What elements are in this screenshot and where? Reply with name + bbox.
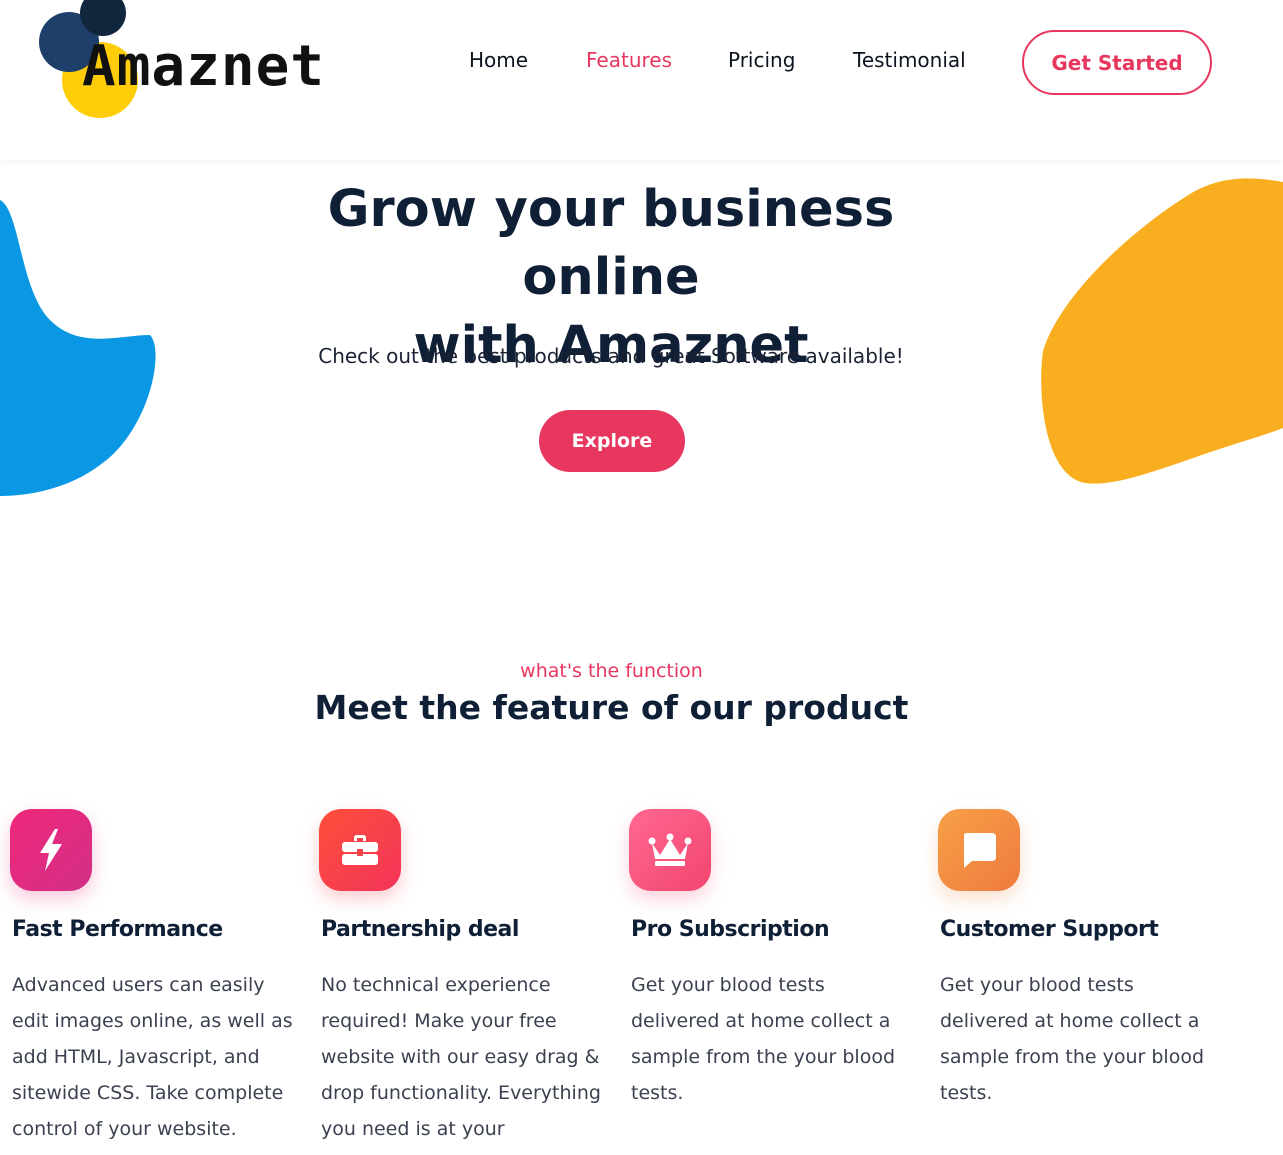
feature-title: Pro Subscription	[631, 917, 830, 942]
explore-button[interactable]: Explore	[539, 410, 685, 472]
section-title: Meet the feature of our product	[314, 688, 909, 727]
feature-title: Customer Support	[940, 917, 1159, 942]
feature-description: Get your blood tests delivered at home c…	[631, 974, 896, 1104]
yellow-blob-decoration	[1041, 178, 1283, 484]
briefcase-icon	[342, 835, 378, 865]
feature-card-fast-performance: Fast Performance Advanced users can easi…	[10, 809, 301, 1140]
feature-description: Get your blood tests delivered at home c…	[940, 974, 1205, 1104]
feature-card-pro-subscription: Pro Subscription Get your blood tests de…	[629, 809, 920, 1104]
nav-item-testimonial[interactable]: Testimonial	[853, 48, 966, 72]
lightning-icon	[40, 829, 62, 871]
logo[interactable]: Amaznet	[38, 0, 338, 120]
feature-icon-tile	[629, 809, 711, 891]
hero-title-line-1: Grow your business online	[327, 180, 895, 307]
nav-item-pricing[interactable]: Pricing	[728, 48, 795, 72]
feature-icon-tile	[10, 809, 92, 891]
feature-card-partnership-deal: Partnership deal No technical experience…	[319, 809, 610, 1155]
feature-icon-tile	[938, 809, 1020, 891]
site-header: Amaznet Home Features Pricing Testimonia…	[0, 0, 1283, 160]
feature-card-customer-support: Customer Support Get your blood tests de…	[938, 809, 1229, 1104]
feature-title: Fast Performance	[12, 917, 223, 942]
logo-text: Amaznet	[82, 34, 326, 99]
get-started-button[interactable]: Get Started	[1022, 30, 1212, 95]
nav-item-features[interactable]: Features	[586, 48, 672, 72]
section-kicker: what's the function	[520, 660, 703, 682]
feature-description: Advanced users can easily edit images on…	[12, 974, 293, 1140]
feature-icon-tile	[319, 809, 401, 891]
hero-subtitle: Check out the best products and great So…	[318, 344, 904, 368]
nav-item-home[interactable]: Home	[469, 48, 528, 72]
crown-icon	[648, 833, 692, 866]
chat-icon	[964, 833, 996, 868]
feature-title: Partnership deal	[321, 917, 519, 942]
blue-blob-decoration	[0, 200, 156, 496]
feature-description: No technical experience required! Make y…	[321, 974, 601, 1155]
